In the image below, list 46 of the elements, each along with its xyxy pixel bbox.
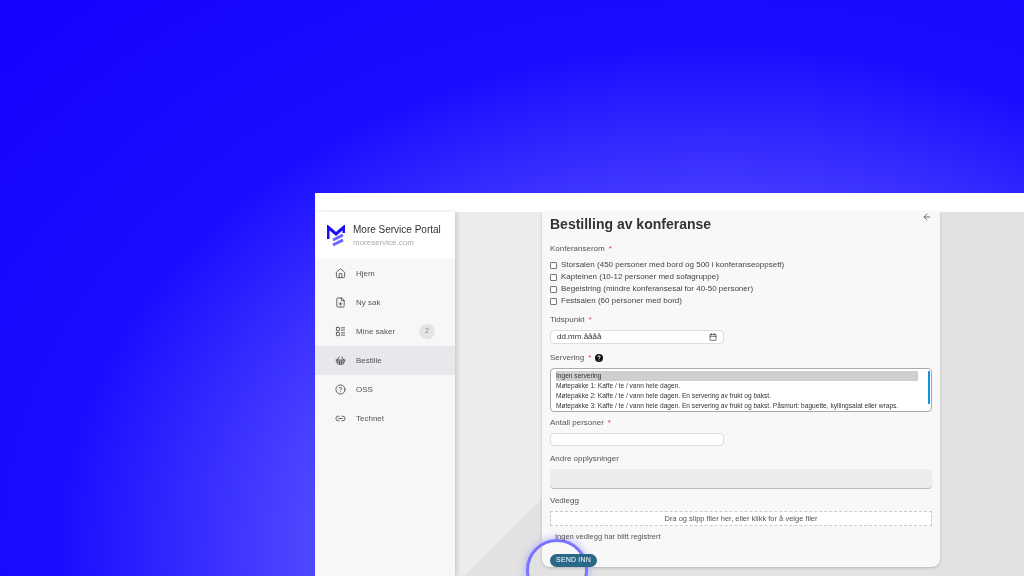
portal-url: moreservice.com	[353, 237, 415, 249]
checkbox-label: Begeistring (mindre konferansesal for 40-50 personer)	[561, 283, 754, 295]
sidebar-item[interactable]: Technet	[315, 404, 455, 433]
portal-title: More Service Portal	[353, 223, 441, 237]
required-mark: *	[607, 417, 611, 429]
serving-listbox[interactable]	[550, 368, 932, 412]
form-title: Bestilling av konferanse	[550, 215, 712, 234]
file-plus-icon	[335, 297, 346, 308]
sidebar-item[interactable]: Bestille	[315, 346, 455, 375]
sidebar-label: Technet	[356, 412, 386, 425]
field-label: Vedlegg	[550, 495, 579, 508]
home-icon	[335, 268, 346, 279]
field-label: Tidspunkt	[550, 314, 585, 326]
back-arrow-icon[interactable]	[922, 212, 932, 222]
checkbox[interactable]	[550, 285, 557, 293]
required-mark: *	[588, 352, 592, 364]
link-icon	[335, 413, 346, 424]
checkbox-label: Storsalen (450 personer med bord og 500 i konferanseoppsett)	[561, 259, 785, 271]
sidebar-item[interactable]: Hjem	[315, 259, 455, 288]
sidebar-label: Ny sak	[356, 296, 382, 309]
help-icon[interactable]	[595, 354, 604, 362]
list-icon	[335, 326, 346, 337]
checkbox[interactable]	[550, 297, 557, 305]
field-label: Andre opplysninger	[550, 453, 619, 465]
field-label: Antall personer	[550, 417, 604, 429]
sidebar-label: Bestille	[356, 354, 383, 367]
sidebar-label: Mine saker	[356, 325, 397, 338]
sidebar-item[interactable]: Ny sak	[315, 288, 455, 317]
required-mark: *	[588, 314, 592, 326]
field-label: Konferanserom	[550, 243, 605, 255]
sidebar-label: OSS	[356, 383, 374, 396]
checkbox[interactable]	[550, 273, 557, 281]
basket-icon	[335, 355, 346, 366]
persons-input[interactable]	[550, 433, 724, 446]
checkbox-label: Kapteinen (10-12 personer med sofagruppe)	[561, 271, 719, 283]
checkbox-label: Festsalen (60 personer med bord)	[561, 295, 682, 307]
logo-icon	[327, 224, 345, 247]
required-mark: *	[608, 243, 612, 255]
date-field[interactable]: dd.mm.åååå	[550, 330, 724, 344]
help-icon	[335, 384, 346, 395]
calendar-icon	[709, 333, 717, 341]
date-placeholder: dd.mm.åååå	[557, 331, 602, 343]
sidebar-item[interactable]: OSS	[315, 375, 455, 404]
sidebar-label: Hjem	[356, 267, 376, 280]
checkbox[interactable]	[550, 261, 557, 269]
field-label: Servering	[550, 352, 585, 364]
